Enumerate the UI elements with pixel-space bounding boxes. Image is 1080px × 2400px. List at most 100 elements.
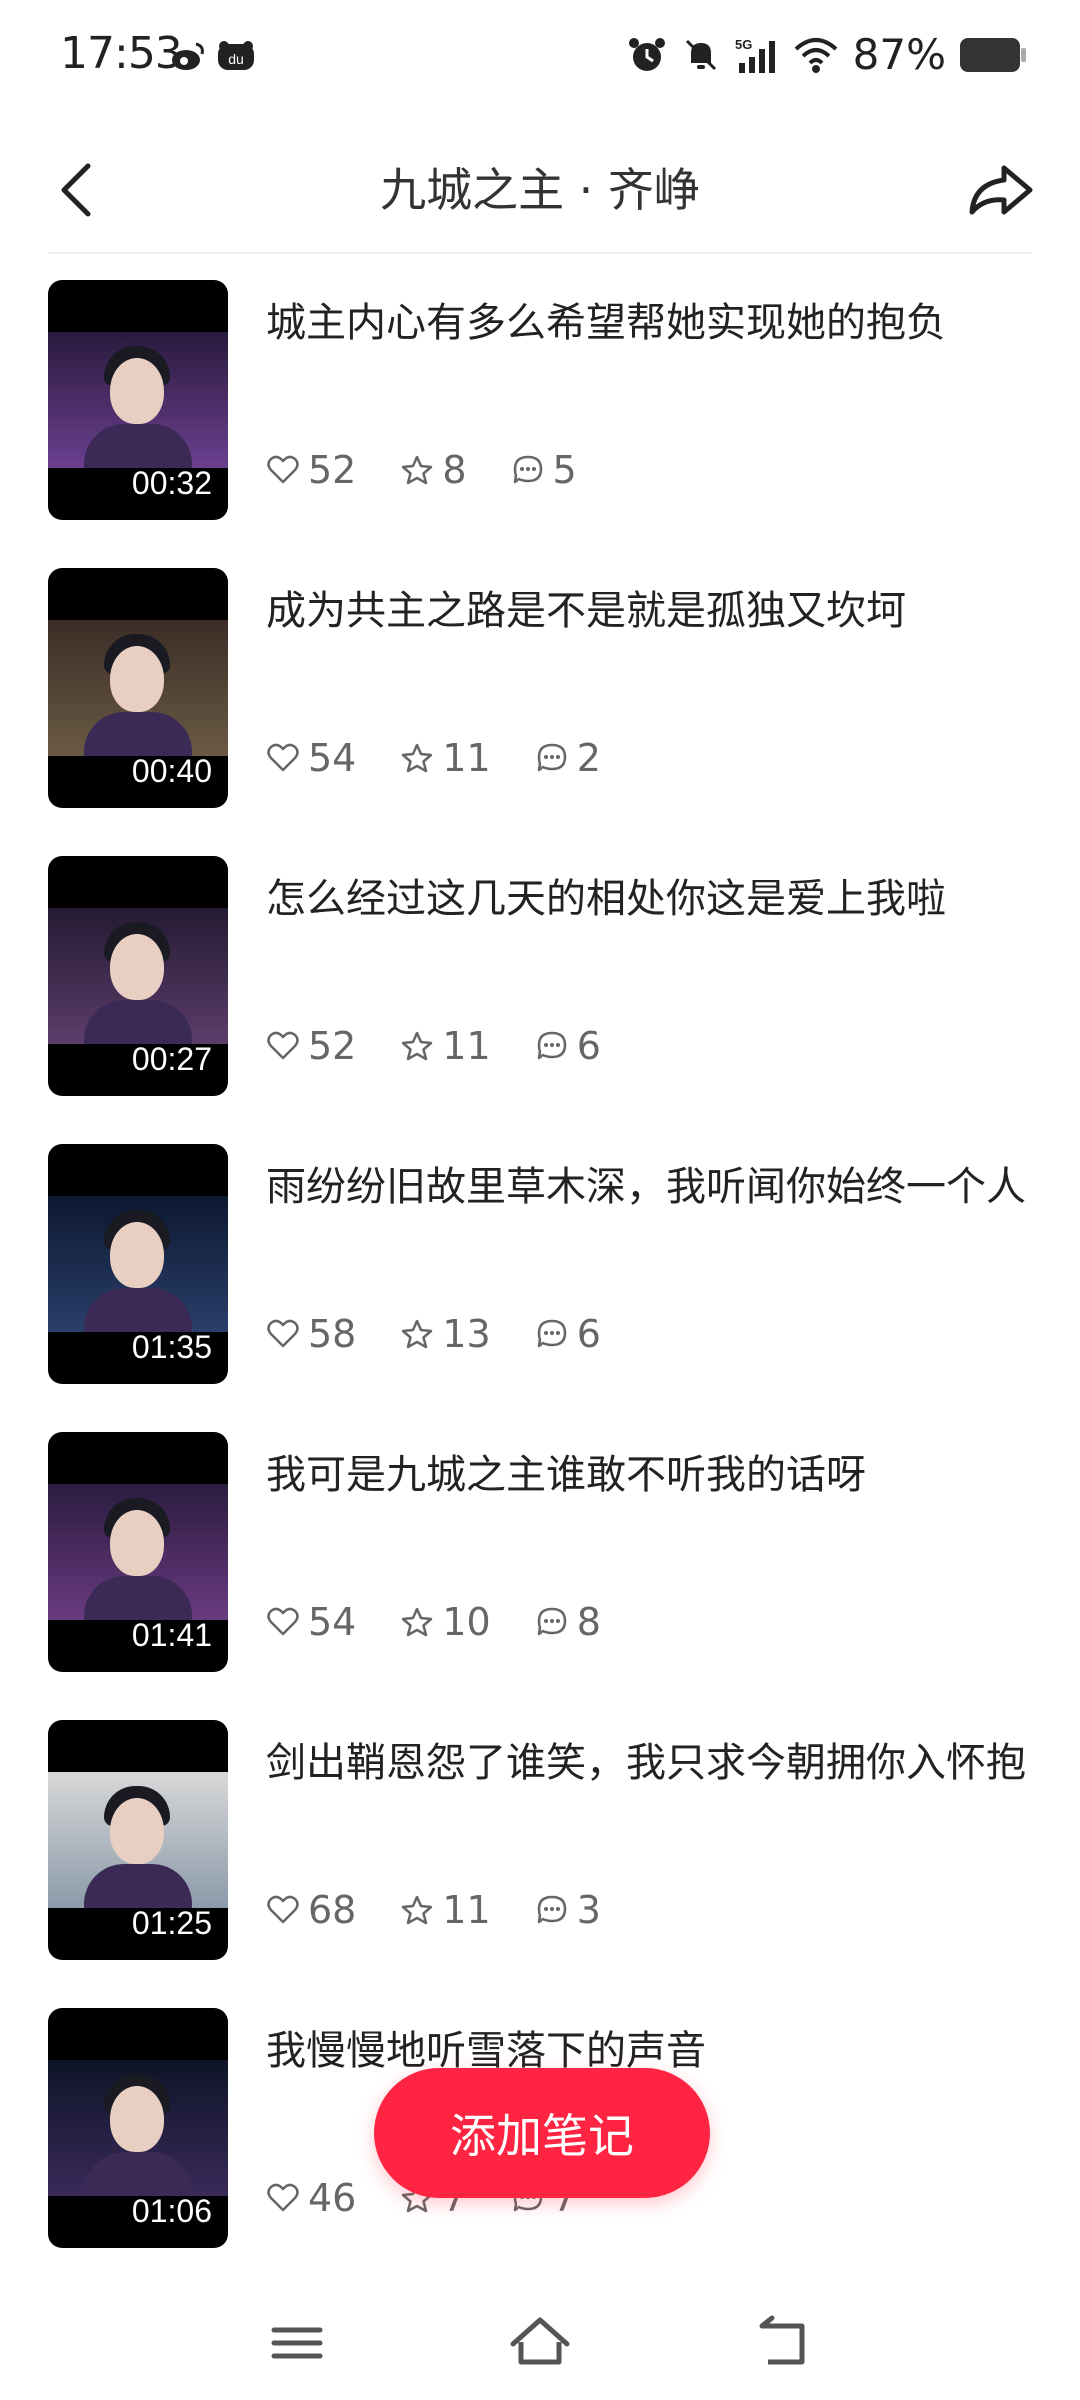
- video-thumbnail[interactable]: 00:40: [48, 568, 228, 808]
- star-icon: [402, 1607, 433, 1637]
- video-duration: 00:40: [131, 753, 212, 789]
- thumbnail-image: [48, 620, 228, 756]
- comment-icon: [537, 1319, 566, 1348]
- comment-count: 5: [552, 448, 577, 492]
- comment-count: 3: [576, 1888, 601, 1932]
- star-icon: [402, 1031, 433, 1061]
- like-stat[interactable]: 68: [266, 1888, 356, 1932]
- star-stat[interactable]: 11: [400, 1888, 491, 1932]
- back-icon: [759, 2315, 805, 2365]
- heart-icon: [267, 1895, 299, 1924]
- like-count: 52: [308, 448, 357, 492]
- video-duration: 00:27: [131, 1041, 212, 1077]
- list-item[interactable]: 00:32 城主内心有多么希望帮她实现她的抱负 52 8 5: [0, 280, 1080, 568]
- comment-count: 6: [576, 1024, 601, 1068]
- comment-count: 8: [576, 1600, 601, 1644]
- like-count: 54: [308, 736, 357, 780]
- list-item[interactable]: 00:40 成为共主之路是不是就是孤独又坎坷 54 11 2: [0, 568, 1080, 856]
- like-stat[interactable]: 54: [266, 1600, 356, 1644]
- back-nav-button[interactable]: [748, 2308, 818, 2378]
- note-title[interactable]: 成为共主之路是不是就是孤独又坎坷: [266, 582, 1032, 640]
- video-thumbnail[interactable]: 00:32: [48, 280, 228, 520]
- home-button[interactable]: [505, 2308, 575, 2378]
- thumbnail-image: [48, 908, 228, 1044]
- note-title[interactable]: 剑出鞘恩怨了谁笑，我只求今朝拥你入怀抱: [266, 1734, 1032, 1792]
- video-duration: 00:32: [131, 465, 212, 501]
- star-stat[interactable]: 10: [400, 1600, 491, 1644]
- star-stat[interactable]: 13: [400, 1312, 491, 1356]
- like-count: 52: [308, 1024, 357, 1068]
- comment-stat[interactable]: 8: [535, 1600, 601, 1644]
- status-left-icons: du: [170, 40, 256, 72]
- note-stats: 52 11 6: [266, 1024, 645, 1068]
- video-thumbnail[interactable]: 00:27: [48, 856, 228, 1096]
- note-title[interactable]: 怎么经过这几天的相处你这是爱上我啦: [266, 870, 1032, 928]
- comment-stat[interactable]: 5: [511, 448, 577, 492]
- note-title[interactable]: 我可是九城之主谁敢不听我的话呀: [266, 1446, 1032, 1504]
- star-icon: [402, 455, 433, 485]
- comment-stat[interactable]: 6: [535, 1312, 601, 1356]
- comment-stat[interactable]: 2: [535, 736, 601, 780]
- heart-icon: [267, 2183, 299, 2212]
- like-stat[interactable]: 46: [266, 2176, 356, 2220]
- video-thumbnail[interactable]: 01:06: [48, 2008, 228, 2248]
- add-note-button[interactable]: 添加笔记: [374, 2068, 710, 2198]
- comment-count: 6: [576, 1312, 601, 1356]
- star-stat[interactable]: 8: [400, 448, 467, 492]
- comment-stat[interactable]: 3: [535, 1888, 601, 1932]
- heart-icon: [267, 455, 299, 484]
- note-stats: 58 13 6: [266, 1312, 645, 1356]
- share-button[interactable]: [960, 150, 1040, 230]
- thumbnail-figure-body: [84, 1576, 192, 1620]
- svg-text:5G: 5G: [735, 37, 752, 52]
- thumbnail-figure-body: [84, 424, 192, 468]
- heart-icon: [267, 1607, 299, 1636]
- thumbnail-figure-face: [110, 2086, 164, 2152]
- like-stat[interactable]: 52: [266, 1024, 356, 1068]
- star-count: 11: [442, 1024, 491, 1068]
- video-thumbnail[interactable]: 01:35: [48, 1144, 228, 1384]
- list-item[interactable]: 01:35 雨纷纷旧故里草木深，我听闻你始终一个人 58 13 6: [0, 1144, 1080, 1432]
- wifi-icon: [794, 37, 837, 73]
- thumbnail-image: [48, 332, 228, 468]
- thumbnail-figure-body: [84, 712, 192, 756]
- heart-icon: [267, 743, 299, 772]
- comment-icon: [537, 1895, 566, 1924]
- heart-icon: [267, 1319, 299, 1348]
- star-stat[interactable]: 11: [400, 1024, 491, 1068]
- video-duration: 01:06: [131, 2193, 212, 2229]
- star-count: 8: [442, 448, 467, 492]
- video-thumbnail[interactable]: 01:41: [48, 1432, 228, 1672]
- like-count: 58: [308, 1312, 357, 1356]
- thumbnail-figure-face: [110, 358, 164, 424]
- list-item[interactable]: 01:41 我可是九城之主谁敢不听我的话呀 54 10 8: [0, 1432, 1080, 1720]
- like-stat[interactable]: 54: [266, 736, 356, 780]
- list-item[interactable]: 00:27 怎么经过这几天的相处你这是爱上我啦 52 11 6: [0, 856, 1080, 1144]
- star-count: 10: [442, 1600, 491, 1644]
- home-icon: [510, 2317, 570, 2365]
- note-stats: 52 8 5: [266, 448, 621, 492]
- thumbnail-image: [48, 1772, 228, 1908]
- note-title[interactable]: 雨纷纷旧故里草木深，我听闻你始终一个人: [266, 1158, 1032, 1216]
- like-stat[interactable]: 52: [266, 448, 356, 492]
- thumbnail-figure-face: [110, 1798, 164, 1864]
- thumbnail-figure-body: [84, 2152, 192, 2196]
- comment-stat[interactable]: 6: [535, 1024, 601, 1068]
- note-title[interactable]: 城主内心有多么希望帮她实现她的抱负: [266, 294, 1032, 352]
- comment-icon: [537, 743, 566, 772]
- star-icon: [402, 743, 433, 773]
- svg-text:du: du: [228, 51, 244, 67]
- note-stats: 68 11 3: [266, 1888, 645, 1932]
- like-count: 68: [308, 1888, 357, 1932]
- like-stat[interactable]: 58: [266, 1312, 356, 1356]
- thumbnail-figure-body: [84, 1864, 192, 1908]
- alarm-icon: [628, 37, 665, 71]
- battery-icon: [960, 37, 1026, 72]
- star-stat[interactable]: 11: [400, 736, 491, 780]
- comment-icon: [537, 1031, 566, 1060]
- page-title: 九城之主 · 齐峥: [380, 163, 700, 217]
- weibo-icon: [172, 42, 204, 70]
- menu-button[interactable]: [262, 2308, 332, 2378]
- list-item[interactable]: 01:25 剑出鞘恩怨了谁笑，我只求今朝拥你入怀抱 68 11 3: [0, 1720, 1080, 2008]
- video-thumbnail[interactable]: 01:25: [48, 1720, 228, 1960]
